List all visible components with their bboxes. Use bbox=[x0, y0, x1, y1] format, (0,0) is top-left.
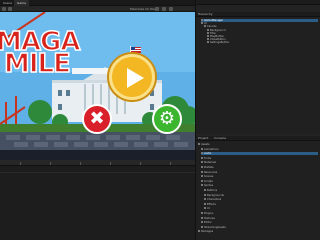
project-item[interactable]: Fonts bbox=[201, 156, 318, 160]
project-item-label: UI bbox=[207, 207, 210, 211]
project-item-label: Packages bbox=[201, 230, 214, 234]
fold-arrow-icon[interactable] bbox=[201, 22, 203, 25]
fold-arrow-icon[interactable] bbox=[201, 19, 203, 21]
display-icon[interactable] bbox=[2, 7, 6, 11]
project-item-label: Audio bbox=[204, 152, 212, 156]
fold-arrow-icon[interactable] bbox=[207, 38, 209, 41]
gear-icon: ⚙ bbox=[158, 108, 176, 129]
right-panel: Hierarchy GameManager UI Canvas Background T… bbox=[195, 0, 320, 240]
project-item-label: Scripts bbox=[204, 179, 213, 183]
project-item[interactable]: Characters bbox=[204, 198, 318, 201]
folder-icon bbox=[201, 179, 203, 182]
project-item-label: Scenes bbox=[204, 175, 214, 179]
folder-icon bbox=[201, 170, 203, 173]
project-item[interactable]: Editor bbox=[201, 221, 318, 224]
project-item-label: Fonts bbox=[204, 156, 211, 160]
play-icon bbox=[127, 68, 144, 88]
folder-icon bbox=[204, 189, 206, 191]
project-item-label: Editor bbox=[204, 221, 212, 225]
project-item-label: StreamingAssets bbox=[204, 225, 226, 229]
project-item-label: Buttons bbox=[207, 189, 218, 192]
project-item[interactable]: Buttons bbox=[204, 189, 318, 192]
project-item[interactable]: Prefabs bbox=[201, 166, 318, 169]
project-item-label: Animations bbox=[204, 147, 219, 151]
timeline-bar[interactable] bbox=[0, 160, 195, 166]
project-item[interactable]: Animations bbox=[201, 147, 318, 151]
project-item[interactable]: Textures bbox=[201, 216, 318, 220]
project-item-label: Materials bbox=[204, 161, 216, 165]
folder-icon bbox=[198, 230, 200, 233]
folder-icon bbox=[204, 207, 206, 210]
folder-icon bbox=[201, 161, 203, 164]
folder-icon bbox=[201, 175, 203, 178]
folder-icon bbox=[198, 143, 200, 145]
project-item[interactable]: Assets bbox=[198, 143, 318, 146]
folder-icon bbox=[201, 152, 203, 155]
project-panel: Project Console Assets Animations Audio Fon… bbox=[196, 136, 320, 240]
game-title-line2: MILE bbox=[3, 49, 71, 79]
project-item[interactable]: Materials bbox=[201, 161, 318, 164]
folder-icon bbox=[204, 193, 206, 196]
project-item[interactable]: Scripts bbox=[201, 179, 318, 183]
close-icon: ✖ bbox=[89, 108, 105, 129]
project-item-label: Characters bbox=[207, 198, 222, 202]
hierarchy-title: Hierarchy bbox=[198, 12, 213, 16]
play-button[interactable] bbox=[109, 54, 155, 100]
project-item[interactable]: Scenes bbox=[201, 175, 318, 178]
stats-icon[interactable] bbox=[162, 7, 166, 11]
project-item[interactable]: Plugins bbox=[201, 212, 318, 215]
close-button[interactable]: ✖ bbox=[82, 104, 112, 134]
project-item-label: Textures bbox=[204, 216, 215, 220]
hierarchy-panel: Hierarchy GameManager UI Canvas Background T… bbox=[196, 12, 320, 134]
project-header: Project Console bbox=[196, 136, 320, 141]
project-item[interactable]: Backgrounds bbox=[204, 193, 318, 197]
gizmos-icon[interactable] bbox=[169, 7, 173, 11]
folder-icon bbox=[201, 166, 203, 168]
folder-icon bbox=[201, 147, 203, 150]
project-item-label: Assets bbox=[201, 143, 210, 146]
aspect-icon[interactable] bbox=[8, 7, 12, 11]
project-item-label: Prefabs bbox=[204, 166, 214, 169]
folder-icon bbox=[204, 202, 206, 205]
settings-button[interactable]: ⚙ bbox=[152, 104, 182, 134]
project-item[interactable]: Effects bbox=[204, 202, 318, 206]
folder-icon bbox=[201, 184, 203, 187]
project-item[interactable]: Packages bbox=[198, 230, 318, 233]
mute-icon[interactable] bbox=[155, 7, 159, 11]
fold-arrow-icon[interactable] bbox=[207, 31, 209, 34]
project-item[interactable]: Audio bbox=[201, 152, 318, 156]
project-item-label: Resources bbox=[204, 170, 218, 174]
game-viewport[interactable]: MAGA MILE ✖ ⚙ bbox=[0, 12, 195, 160]
project-item[interactable]: Resources bbox=[201, 170, 318, 174]
project-item-label: Backgrounds bbox=[207, 193, 224, 197]
folder-icon bbox=[201, 216, 203, 219]
fold-arrow-icon[interactable] bbox=[207, 28, 209, 31]
project-item[interactable]: StreamingAssets bbox=[201, 225, 318, 229]
hierarchy-item-label: SettingsButton bbox=[210, 41, 230, 45]
folder-icon bbox=[201, 225, 203, 228]
game-title: MAGA MILE bbox=[0, 28, 116, 79]
project-item[interactable]: Sprites bbox=[201, 184, 318, 187]
folder-icon bbox=[204, 198, 206, 201]
fold-arrow-icon[interactable] bbox=[204, 25, 206, 28]
tab-project[interactable]: Project bbox=[196, 136, 208, 141]
project-item-label: Plugins bbox=[204, 212, 214, 215]
hierarchy-header: Hierarchy bbox=[196, 12, 320, 17]
folder-icon bbox=[201, 156, 203, 159]
folder-icon bbox=[201, 221, 203, 224]
project-item-label: Sprites bbox=[204, 184, 214, 188]
fold-arrow-icon[interactable] bbox=[207, 35, 209, 37]
project-item[interactable]: UI bbox=[204, 207, 318, 210]
tab-console[interactable]: Console bbox=[212, 136, 226, 141]
right-top-toolbar bbox=[196, 0, 320, 5]
hierarchy-item[interactable]: SettingsButton bbox=[207, 41, 318, 44]
unity-editor: Scene Game Maximize On Play MAGA MILE ✖ … bbox=[0, 0, 320, 240]
game-panel: Scene Game Maximize On Play MAGA MILE ✖ … bbox=[0, 0, 195, 240]
folder-icon bbox=[201, 212, 203, 214]
fold-arrow-icon[interactable] bbox=[207, 41, 209, 44]
project-item-label: Effects bbox=[207, 202, 216, 206]
